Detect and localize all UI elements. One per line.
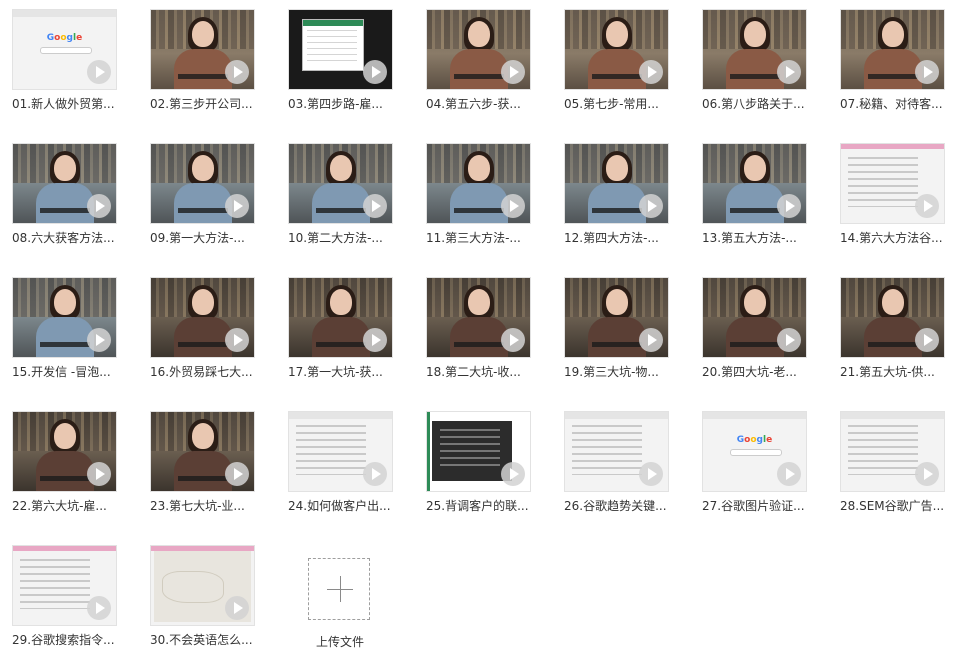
video-title: 17.第一大坑-获... <box>288 365 383 379</box>
play-icon[interactable] <box>915 462 939 486</box>
play-icon[interactable] <box>87 462 111 486</box>
file-grid: Google 01.新人做外贸第... 02.第三步开公司... 03.第四步路-雇.… <box>0 0 958 655</box>
play-icon[interactable] <box>87 596 111 620</box>
video-title: 09.第一大方法-... <box>150 231 245 245</box>
video-title: 14.第六大方法谷... <box>840 231 943 245</box>
video-title: 22.第六大坑-雇... <box>12 499 107 513</box>
play-icon[interactable] <box>363 328 387 352</box>
video-title: 30.不会英语怎么... <box>150 633 253 647</box>
upload-button[interactable] <box>308 558 370 620</box>
video-title: 25.背调客户的联... <box>426 499 529 513</box>
plus-icon <box>340 576 341 602</box>
video-thumbnail[interactable] <box>150 143 255 224</box>
play-icon[interactable] <box>363 60 387 84</box>
video-title: 12.第四大方法-... <box>564 231 659 245</box>
video-title: 13.第五大方法-... <box>702 231 797 245</box>
play-icon[interactable] <box>363 194 387 218</box>
video-thumbnail[interactable] <box>426 143 531 224</box>
video-thumbnail[interactable] <box>288 9 393 90</box>
video-title: 02.第三步开公司... <box>150 97 253 111</box>
play-icon[interactable] <box>87 328 111 352</box>
video-thumbnail[interactable] <box>702 143 807 224</box>
video-title: 15.开发信 -冒泡... <box>12 365 111 379</box>
video-thumbnail[interactable] <box>288 411 393 492</box>
video-thumbnail[interactable] <box>426 9 531 90</box>
play-icon[interactable] <box>87 194 111 218</box>
play-icon[interactable] <box>501 60 525 84</box>
video-title: 21.第五大坑-供... <box>840 365 935 379</box>
video-thumbnail[interactable] <box>564 143 669 224</box>
play-icon[interactable] <box>363 462 387 486</box>
play-icon[interactable] <box>501 194 525 218</box>
play-icon[interactable] <box>777 462 801 486</box>
video-title: 18.第二大坑-收... <box>426 365 521 379</box>
video-thumbnail[interactable] <box>564 277 669 358</box>
play-icon[interactable] <box>777 60 801 84</box>
video-title: 07.秘籍、对待客... <box>840 97 943 111</box>
play-icon[interactable] <box>915 328 939 352</box>
play-icon[interactable] <box>225 60 249 84</box>
video-thumbnail[interactable] <box>840 277 945 358</box>
video-thumbnail[interactable] <box>564 9 669 90</box>
video-thumbnail[interactable] <box>12 143 117 224</box>
play-icon[interactable] <box>639 462 663 486</box>
upload-label: 上传文件 <box>316 635 365 649</box>
video-title: 26.谷歌趋势关键... <box>564 499 667 513</box>
play-icon[interactable] <box>639 60 663 84</box>
video-thumbnail[interactable]: Google <box>12 9 117 90</box>
video-thumbnail[interactable] <box>702 277 807 358</box>
play-icon[interactable] <box>777 194 801 218</box>
google-logo: Google <box>736 435 773 445</box>
video-title: 16.外贸易踩七大... <box>150 365 253 379</box>
play-icon[interactable] <box>501 328 525 352</box>
video-thumbnail[interactable] <box>564 411 669 492</box>
play-icon[interactable] <box>225 462 249 486</box>
video-thumbnail[interactable] <box>150 411 255 492</box>
video-title: 11.第三大方法-... <box>426 231 521 245</box>
play-icon[interactable] <box>225 328 249 352</box>
google-logo: Google <box>46 33 83 43</box>
video-title: 08.六大获客方法... <box>12 231 115 245</box>
play-icon[interactable] <box>225 194 249 218</box>
video-thumbnail[interactable] <box>12 277 117 358</box>
play-icon[interactable] <box>915 194 939 218</box>
video-thumbnail[interactable] <box>150 9 255 90</box>
play-icon[interactable] <box>501 462 525 486</box>
play-icon[interactable] <box>639 328 663 352</box>
video-thumbnail[interactable]: Google <box>702 411 807 492</box>
video-thumbnail[interactable] <box>840 411 945 492</box>
video-thumbnail[interactable] <box>288 277 393 358</box>
play-icon[interactable] <box>777 328 801 352</box>
video-title: 04.第五六步-获... <box>426 97 521 111</box>
play-icon[interactable] <box>639 194 663 218</box>
video-thumbnail[interactable] <box>12 411 117 492</box>
video-thumbnail[interactable] <box>426 277 531 358</box>
video-title: 05.第七步-常用... <box>564 97 659 111</box>
video-title: 23.第七大坑-业... <box>150 499 245 513</box>
play-icon[interactable] <box>915 60 939 84</box>
video-title: 01.新人做外贸第... <box>12 97 115 111</box>
video-thumbnail[interactable] <box>426 411 531 492</box>
video-title: 29.谷歌搜索指令... <box>12 633 115 647</box>
video-title: 10.第二大方法-... <box>288 231 383 245</box>
video-thumbnail[interactable] <box>12 545 117 626</box>
play-icon[interactable] <box>225 596 249 620</box>
video-title: 06.第八步路关于... <box>702 97 805 111</box>
video-title: 28.SEM谷歌广告... <box>840 499 945 513</box>
play-icon[interactable] <box>87 60 111 84</box>
video-thumbnail[interactable] <box>702 9 807 90</box>
video-thumbnail[interactable] <box>840 143 945 224</box>
video-title: 24.如何做客户出... <box>288 499 391 513</box>
video-thumbnail[interactable] <box>150 545 255 626</box>
video-title: 27.谷歌图片验证... <box>702 499 805 513</box>
video-title: 20.第四大坑-老... <box>702 365 797 379</box>
video-thumbnail[interactable] <box>840 9 945 90</box>
video-title: 19.第三大坑-物... <box>564 365 659 379</box>
video-title: 03.第四步路-雇... <box>288 97 383 111</box>
video-thumbnail[interactable] <box>288 143 393 224</box>
video-thumbnail[interactable] <box>150 277 255 358</box>
